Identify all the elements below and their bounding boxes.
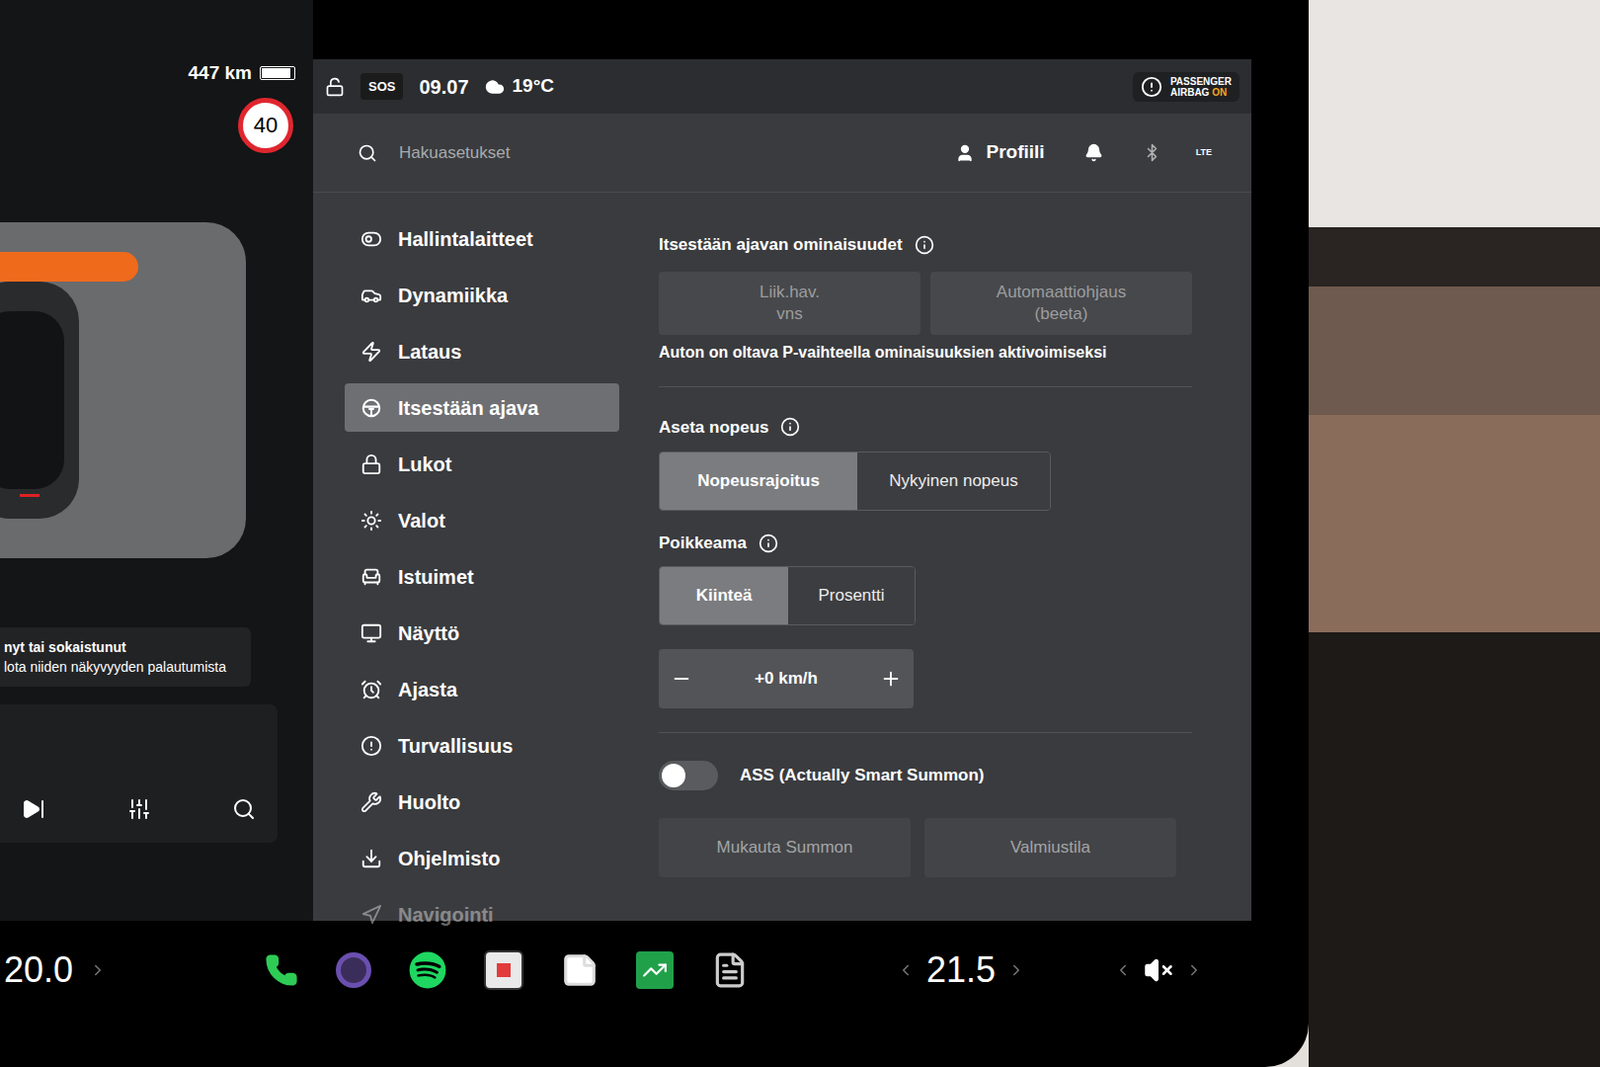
range-text: 447 km: [188, 59, 252, 88]
minus-icon[interactable]: [670, 667, 693, 690]
steering-wheel-icon: [360, 397, 383, 419]
sidebar-item[interactable]: Dynamiikka: [344, 270, 620, 320]
search-field[interactable]: Hakuasetukset: [399, 140, 956, 166]
segment-option[interactable]: Nykyinen nopeus: [857, 452, 1050, 510]
offset-mode-selector: KiinteäProsentti: [658, 565, 916, 626]
summon-toggle[interactable]: [658, 760, 719, 791]
menu-icon: [360, 453, 383, 476]
chevron-right-icon[interactable]: [88, 960, 107, 979]
feature-option[interactable]: Automaattiohjaus(beeta): [930, 271, 1193, 335]
passenger-temp[interactable]: 21.5: [926, 943, 996, 997]
airbag-icon: [1140, 76, 1163, 98]
app: 447 km 40 nyt tai sokaistunutlota niiden n…: [0, 0, 1600, 1067]
profile-button[interactable]: Profiili: [955, 138, 1045, 167]
sidebar-item[interactable]: Lukot: [344, 439, 620, 488]
calendar-icon[interactable]: [483, 950, 524, 990]
sidebar-item[interactable]: Turvallisuus: [344, 720, 620, 770]
bluetooth-icon[interactable]: [1142, 143, 1162, 162]
info-icon[interactable]: [758, 533, 779, 554]
media-search-icon[interactable]: [232, 797, 256, 821]
next-track-icon[interactable]: [21, 797, 46, 821]
car-icon: [0, 281, 89, 529]
user-icon: [955, 143, 975, 163]
menu-icon: [360, 734, 383, 757]
sidebar: Hallintalaitteet Dynamiikka Lataus Itsestää…: [313, 192, 640, 921]
menu-icon: [360, 565, 383, 588]
driver-temp[interactable]: 20.0: [0, 943, 89, 997]
info-icon[interactable]: [914, 235, 935, 255]
chevron-left-icon[interactable]: [896, 960, 915, 979]
spotify-icon[interactable]: [408, 951, 447, 989]
info-icon[interactable]: [780, 416, 800, 437]
equalizer-icon[interactable]: [127, 797, 152, 821]
chevron-right-icon[interactable]: [1185, 960, 1203, 979]
bell-icon[interactable]: [1084, 143, 1104, 162]
weather: 19°C: [484, 72, 555, 101]
chart-icon[interactable]: [636, 951, 674, 989]
unlock-icon[interactable]: [324, 77, 345, 97]
notification: nyt tai sokaistunutlota niiden näkyvyyde…: [0, 627, 251, 687]
sidebar-item[interactable]: Istuimet: [344, 552, 620, 601]
bottom-bar: 20.0 21.5: [0, 920, 1252, 1020]
sidebar-item[interactable]: Hallintalaitteet: [344, 214, 620, 263]
media-player: [0, 704, 278, 843]
battery-icon: [259, 66, 296, 80]
speed-mode-selector: NopeusrajoitusNykyinen nopeus: [658, 451, 1051, 511]
sidebar-item[interactable]: Huolto: [344, 777, 620, 826]
sidebar-item[interactable]: Näyttö: [344, 608, 620, 657]
menu-icon: [360, 791, 383, 813]
notes-icon[interactable]: [560, 951, 599, 989]
sidebar-item[interactable]: Navigointi: [344, 889, 620, 939]
cloud-icon: [484, 77, 505, 97]
sos-button[interactable]: SOS: [360, 73, 403, 101]
summon-button[interactable]: Valmiustila: [924, 817, 1177, 878]
plus-icon[interactable]: [880, 667, 902, 690]
segment-option[interactable]: Prosentti: [788, 566, 915, 625]
menu-icon: [360, 903, 383, 926]
summon-button[interactable]: Mukauta Summon: [658, 817, 911, 878]
manual-icon[interactable]: [711, 951, 749, 989]
sidebar-item[interactable]: Ohjelmisto: [344, 833, 620, 882]
sidebar-item[interactable]: Lataus: [344, 326, 620, 376]
speed-limit-sign: 40: [238, 97, 294, 154]
menu-icon: [360, 509, 383, 532]
segment-option[interactable]: Nopeusrajoitus: [659, 452, 858, 510]
car-panel: 447 km 40 nyt tai sokaistunutlota niiden n…: [0, 0, 314, 921]
menu-icon: [360, 678, 383, 701]
menu-icon: [360, 847, 383, 870]
content: Itsestään ajavan ominaisuudetLiik.hav.vn…: [639, 192, 1252, 921]
settings-panel: SOS 09.07 19°C PASSENGERAIRBAG ON Hakuasetuk…: [313, 59, 1252, 921]
chevron-left-icon[interactable]: [1114, 960, 1132, 979]
clock: 09.07: [418, 72, 469, 102]
segment-option[interactable]: Kiinteä: [659, 566, 789, 625]
phone-icon[interactable]: [264, 953, 299, 987]
menu-icon: [360, 228, 383, 250]
menu-icon: [360, 340, 383, 363]
menu-icon: [360, 284, 383, 307]
screen: 447 km 40 nyt tai sokaistunutlota niiden n…: [0, 0, 1309, 1067]
volume-muted-icon[interactable]: [1143, 955, 1174, 985]
sidebar-item[interactable]: Itsestään ajava: [344, 383, 620, 432]
camera-icon[interactable]: [335, 952, 372, 988]
interior-photo: [1308, 0, 1600, 1067]
menu-icon: [360, 622, 383, 644]
feature-option[interactable]: Liik.hav.vns: [658, 271, 921, 335]
offset-stepper: +0 km/h: [658, 648, 914, 709]
car-visualization: [0, 222, 246, 559]
status-bar: SOS 09.07 19°C PASSENGERAIRBAG ON: [313, 59, 1252, 114]
airbag-badge: PASSENGERAIRBAG ON: [1132, 72, 1240, 102]
signal-indicator: LTE: [1196, 146, 1212, 160]
feature-note: Auton on oltava P-vaihteella ominaisuuks…: [658, 340, 1193, 365]
top-row: HakuasetuksetProfiili LTE: [313, 113, 1252, 193]
chevron-right-icon[interactable]: [1007, 960, 1026, 979]
sidebar-item[interactable]: Valot: [344, 495, 620, 545]
search-icon: [357, 143, 378, 163]
sidebar-item[interactable]: Ajasta: [344, 664, 620, 714]
